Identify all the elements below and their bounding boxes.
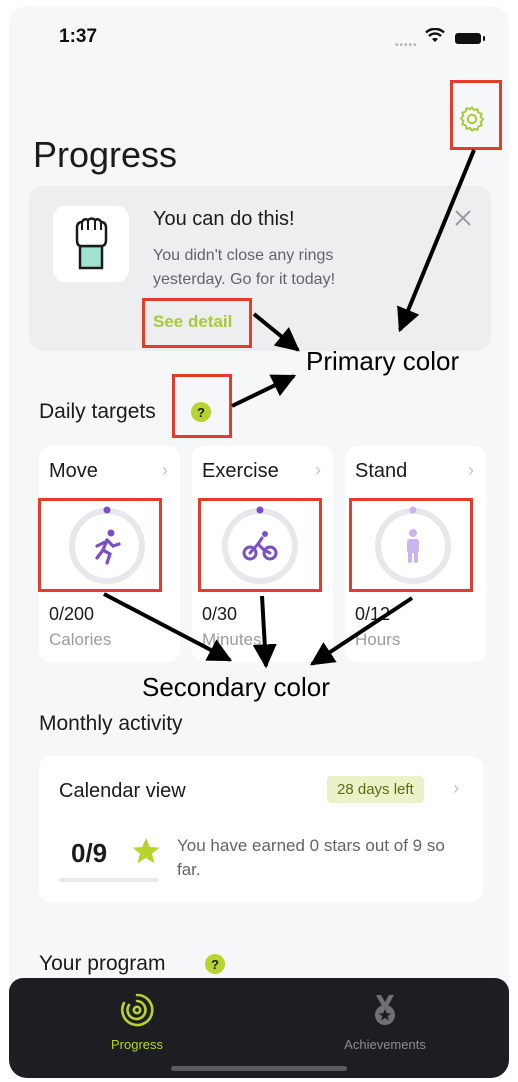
- annotation-arrows: [103, 149, 476, 669]
- primary-color-annotation: Primary color: [306, 346, 460, 376]
- secondary-color-annotation: Secondary color: [142, 672, 330, 702]
